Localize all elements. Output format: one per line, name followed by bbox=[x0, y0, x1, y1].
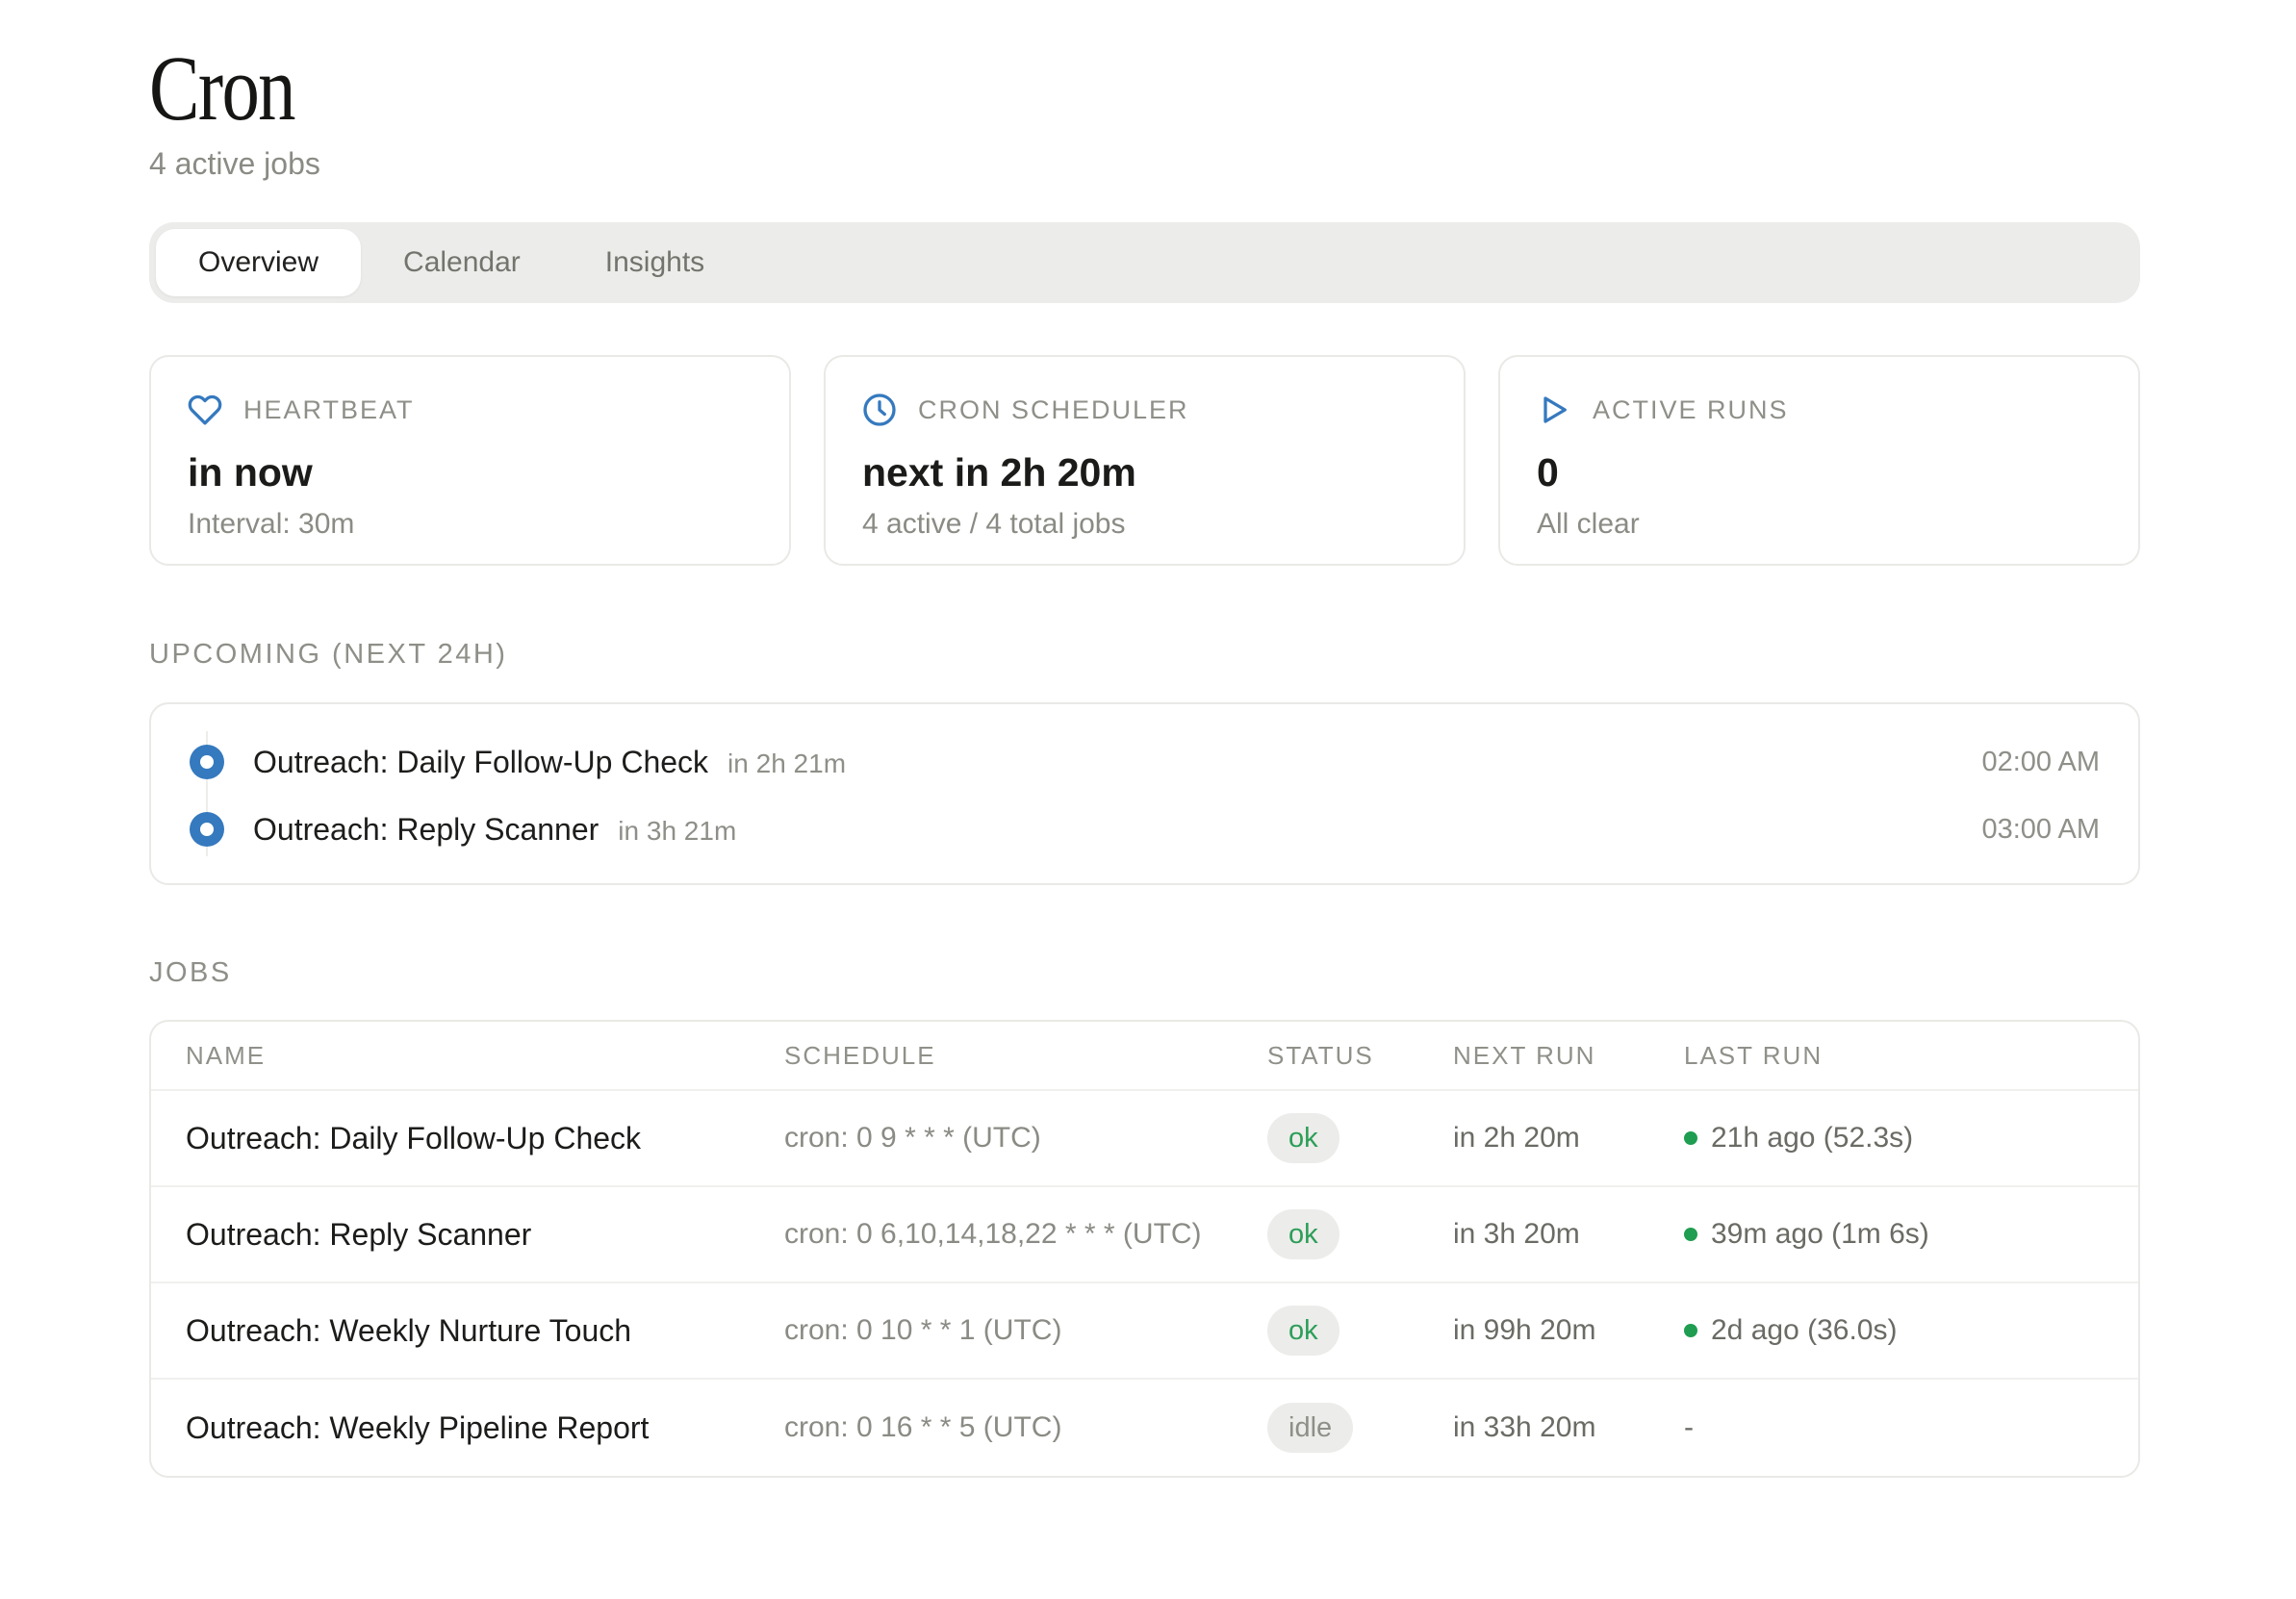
job-next-run: in 33h 20m bbox=[1453, 1411, 1684, 1444]
stat-card-subtext: Interval: 30m bbox=[188, 508, 753, 541]
column-header-last-run: LAST RUN bbox=[1684, 1041, 2138, 1071]
stat-card-subtext: 4 active / 4 total jobs bbox=[862, 508, 1427, 541]
job-name: Outreach: Daily Follow-Up Check bbox=[186, 1121, 784, 1156]
job-schedule: cron: 0 10 * * 1 (UTC) bbox=[784, 1314, 1267, 1347]
upcoming-heading: UPCOMING (NEXT 24H) bbox=[149, 639, 2140, 671]
cron-dashboard-page: Cron 4 active jobs Overview Calendar Ins… bbox=[0, 42, 2296, 1599]
stat-card-value: 0 bbox=[1537, 450, 2102, 495]
upcoming-list: Outreach: Daily Follow-Up Check in 2h 21… bbox=[149, 702, 2140, 885]
tab-overview[interactable]: Overview bbox=[156, 229, 361, 296]
job-last-run: - bbox=[1684, 1411, 2138, 1444]
table-row[interactable]: Outreach: Weekly Nurture Touch cron: 0 1… bbox=[151, 1283, 2138, 1380]
status-badge: idle bbox=[1267, 1403, 1353, 1453]
upcoming-item-time: 02:00 AM bbox=[1981, 747, 2100, 778]
job-last-run: 39m ago (1m 6s) bbox=[1684, 1218, 2138, 1251]
job-name: Outreach: Weekly Pipeline Report bbox=[186, 1410, 784, 1446]
table-row[interactable]: Outreach: Daily Follow-Up Check cron: 0 … bbox=[151, 1091, 2138, 1187]
upcoming-item-relative: in 2h 21m bbox=[727, 746, 846, 779]
column-header-status: STATUS bbox=[1267, 1041, 1453, 1071]
job-last-run-text: - bbox=[1684, 1411, 1694, 1444]
stat-card-label: ACTIVE RUNS bbox=[1593, 395, 1789, 425]
column-header-name: NAME bbox=[186, 1041, 784, 1071]
stat-card-header: CRON SCHEDULER bbox=[862, 393, 1427, 427]
stat-card-heartbeat: HEARTBEAT in now Interval: 30m bbox=[149, 355, 791, 566]
jobs-table-header: NAME SCHEDULE STATUS NEXT RUN LAST RUN bbox=[151, 1022, 2138, 1091]
page-title: Cron bbox=[149, 42, 1782, 135]
stat-cards: HEARTBEAT in now Interval: 30m CRON SCHE… bbox=[149, 355, 2140, 566]
jobs-table: NAME SCHEDULE STATUS NEXT RUN LAST RUN O… bbox=[149, 1020, 2140, 1478]
job-name: Outreach: Reply Scanner bbox=[186, 1217, 784, 1253]
status-badge: ok bbox=[1267, 1306, 1339, 1356]
stat-card-header: HEARTBEAT bbox=[188, 393, 753, 427]
stat-card-label: HEARTBEAT bbox=[243, 395, 415, 425]
job-last-run: 21h ago (52.3s) bbox=[1684, 1122, 2138, 1155]
status-badge: ok bbox=[1267, 1209, 1339, 1259]
job-next-run: in 99h 20m bbox=[1453, 1314, 1684, 1347]
upcoming-item-relative: in 3h 21m bbox=[618, 813, 736, 847]
table-row[interactable]: Outreach: Weekly Pipeline Report cron: 0… bbox=[151, 1380, 2138, 1476]
clock-icon bbox=[862, 393, 897, 427]
column-header-schedule: SCHEDULE bbox=[784, 1041, 1267, 1071]
jobs-heading: JOBS bbox=[149, 957, 2140, 989]
job-last-run-text: 2d ago (36.0s) bbox=[1711, 1314, 1897, 1347]
job-next-run: in 2h 20m bbox=[1453, 1122, 1684, 1155]
stat-card-cron-scheduler: CRON SCHEDULER next in 2h 20m 4 active /… bbox=[824, 355, 1466, 566]
job-schedule: cron: 0 6,10,14,18,22 * * * (UTC) bbox=[784, 1218, 1267, 1251]
job-schedule: cron: 0 16 * * 5 (UTC) bbox=[784, 1411, 1267, 1444]
timeline-dot-icon bbox=[190, 812, 224, 847]
page-subtitle: 4 active jobs bbox=[149, 146, 2140, 182]
timeline-dot-icon bbox=[190, 745, 224, 779]
heart-icon bbox=[188, 393, 222, 427]
last-run-dot-icon bbox=[1684, 1324, 1697, 1337]
upcoming-item-name: Outreach: Daily Follow-Up Check bbox=[253, 745, 708, 780]
stat-card-value: next in 2h 20m bbox=[862, 450, 1427, 495]
job-schedule: cron: 0 9 * * * (UTC) bbox=[784, 1122, 1267, 1155]
stat-card-active-runs: ACTIVE RUNS 0 All clear bbox=[1498, 355, 2140, 566]
status-badge: ok bbox=[1267, 1113, 1339, 1163]
stat-card-header: ACTIVE RUNS bbox=[1537, 393, 2102, 427]
job-last-run-text: 21h ago (52.3s) bbox=[1711, 1122, 1913, 1155]
stat-card-value: in now bbox=[188, 450, 753, 495]
last-run-dot-icon bbox=[1684, 1131, 1697, 1145]
job-last-run-text: 39m ago (1m 6s) bbox=[1711, 1218, 1929, 1251]
last-run-dot-icon bbox=[1684, 1228, 1697, 1241]
upcoming-item-time: 03:00 AM bbox=[1981, 814, 2100, 846]
stat-card-subtext: All clear bbox=[1537, 508, 2102, 541]
upcoming-item[interactable]: Outreach: Reply Scanner in 3h 21m 03:00 … bbox=[190, 796, 2100, 863]
column-header-next-run: NEXT RUN bbox=[1453, 1041, 1684, 1071]
stat-card-label: CRON SCHEDULER bbox=[918, 395, 1189, 425]
upcoming-item[interactable]: Outreach: Daily Follow-Up Check in 2h 21… bbox=[190, 728, 2100, 796]
job-next-run: in 3h 20m bbox=[1453, 1218, 1684, 1251]
tabbar: Overview Calendar Insights bbox=[149, 222, 2140, 303]
tab-calendar[interactable]: Calendar bbox=[361, 229, 563, 296]
table-row[interactable]: Outreach: Reply Scanner cron: 0 6,10,14,… bbox=[151, 1187, 2138, 1283]
tab-insights[interactable]: Insights bbox=[563, 229, 747, 296]
job-last-run: 2d ago (36.0s) bbox=[1684, 1314, 2138, 1347]
upcoming-item-name: Outreach: Reply Scanner bbox=[253, 812, 599, 848]
play-icon bbox=[1537, 393, 1571, 427]
job-name: Outreach: Weekly Nurture Touch bbox=[186, 1313, 784, 1349]
